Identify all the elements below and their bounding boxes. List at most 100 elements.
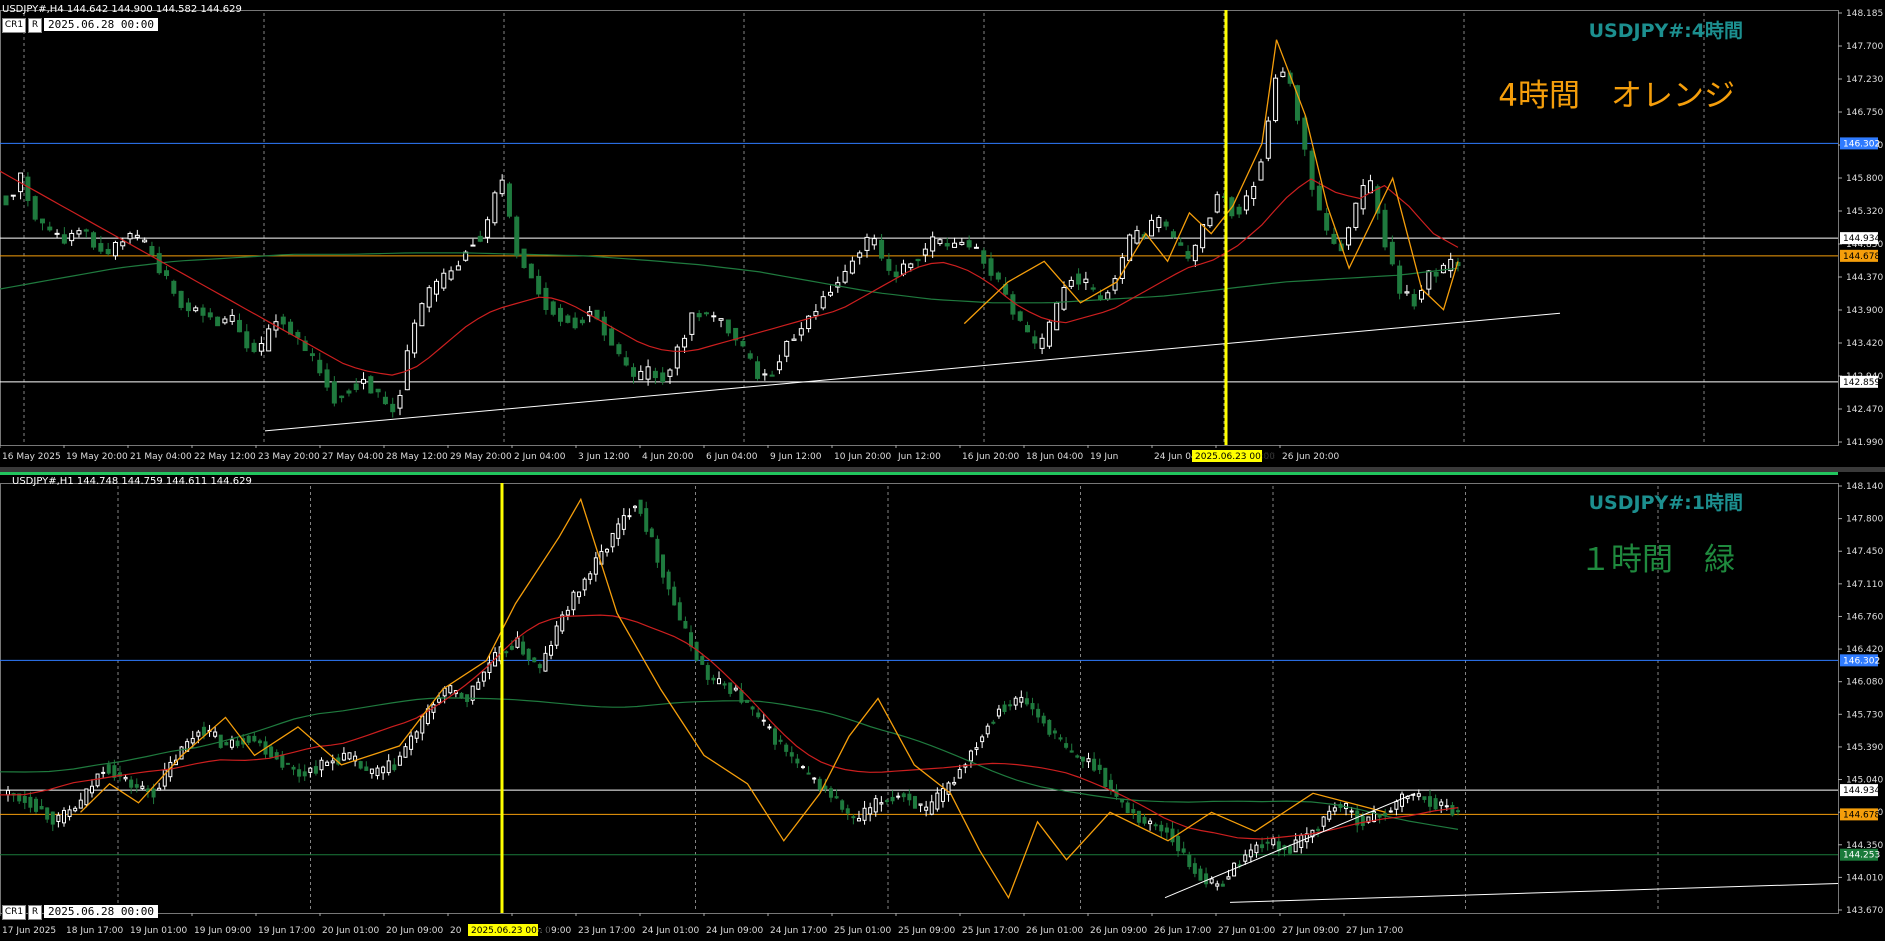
candle-body [823, 785, 828, 790]
candle-body [1086, 758, 1091, 763]
candle-body [514, 216, 520, 256]
candle-body [1008, 704, 1013, 707]
candle-body [257, 740, 262, 744]
candle-body [601, 316, 607, 336]
price-tick-label: 144.370 [1846, 273, 1883, 283]
candle-body [1349, 810, 1354, 813]
candle-body [1321, 816, 1326, 827]
candle-body [386, 760, 391, 774]
cr1-button[interactable]: CR1 [2, 18, 26, 33]
h1-date-box[interactable]: 2025.06.28 00:00 [44, 905, 158, 918]
candle-body [660, 372, 666, 383]
candle-body [798, 328, 804, 336]
candle-body [1243, 195, 1249, 211]
cr1-button[interactable]: CR1 [2, 905, 26, 920]
price-level-label-blue: 146.302 [1843, 139, 1880, 149]
candle-body [95, 773, 100, 787]
candle-body [991, 721, 996, 724]
candle-body [369, 768, 374, 774]
candle-body [390, 403, 396, 413]
candle-body [200, 307, 206, 316]
price-tick-label: 142.470 [1846, 405, 1883, 415]
candle-body [1265, 841, 1270, 844]
candle-body [288, 321, 294, 335]
candle-body [50, 811, 55, 825]
candle-body [572, 317, 578, 329]
candle-body [649, 528, 654, 538]
r-button[interactable]: R [28, 18, 42, 33]
time-tick-label: 4 Jun 20:00 [642, 452, 694, 462]
candle-body [1054, 302, 1060, 331]
r-button[interactable]: R [28, 905, 42, 920]
candle-body [755, 361, 761, 379]
price-tick-label: 145.320 [1846, 207, 1883, 217]
candle-body [536, 275, 542, 295]
candle-body [382, 396, 388, 405]
price-level-label-white_upper: 144.934 [1843, 786, 1880, 796]
zigzag-line [963, 39, 1459, 325]
candle-body [1440, 264, 1446, 274]
candle-body [1092, 758, 1097, 771]
time-tick-label: 26 Jun 17:00 [1154, 926, 1211, 936]
candle-body [47, 226, 53, 231]
ma-fast-line [0, 614, 1459, 840]
candle-body [550, 301, 556, 315]
candle-body [346, 390, 352, 394]
candle-body [302, 771, 307, 777]
candle-body [297, 769, 302, 777]
candle-body [1159, 824, 1164, 832]
candle-body [1039, 337, 1045, 349]
candle-body [1346, 227, 1352, 246]
price-tick-label: 147.800 [1846, 515, 1883, 525]
candle-body [605, 548, 610, 553]
candle-body [633, 505, 638, 509]
candle-body [235, 740, 240, 747]
h4-chart-pane[interactable]: 148.185147.700147.230146.750146.270145.8… [0, 0, 1885, 467]
candle-body [1332, 807, 1337, 812]
candle-body [627, 515, 632, 518]
candle-body [558, 307, 564, 322]
candle-body [140, 785, 145, 789]
time-tick-label: 27 Jun 09:00 [1282, 926, 1339, 936]
candle-body [907, 793, 912, 801]
time-tick-label: 24 Jun 09:00 [706, 926, 763, 936]
candle-body [1185, 251, 1191, 259]
candle-body [778, 739, 783, 742]
h4-watermark-label: 4時間 オレンジ [1498, 78, 1735, 114]
candle-body [901, 793, 906, 798]
candle-body [1090, 287, 1096, 290]
price-tick-label: 146.760 [1846, 612, 1883, 622]
h1-chart-pane[interactable]: 148.140 147.800 147.450 147.110 146.760 146.4… [0, 472, 1885, 941]
candle-body [313, 766, 318, 774]
candle-body [1428, 796, 1433, 807]
candle-body [543, 287, 549, 310]
candle-body [33, 798, 38, 812]
time-tick-label: 19 Jun 01:00 [130, 926, 187, 936]
candle-body [1331, 233, 1337, 244]
candle-body [441, 272, 447, 289]
candle-body [856, 817, 861, 822]
candle-body [747, 353, 753, 359]
candle-body [588, 573, 593, 580]
candle-body [871, 238, 877, 246]
time-tick-label: 22 May 12:00 [194, 452, 256, 462]
candle-body [266, 328, 272, 352]
candle-body [207, 312, 213, 318]
candle-body [1200, 223, 1206, 249]
candle-body [1192, 863, 1197, 874]
price-tick-label: 147.700 [1846, 42, 1883, 52]
candle-body [1258, 161, 1264, 181]
candle-body [705, 665, 710, 680]
candle-body [330, 760, 335, 764]
price-level-label-white_upper: 144.934 [1843, 234, 1880, 244]
candle-body [655, 538, 660, 563]
candle-body [32, 196, 38, 220]
time-tick-label: 26 Jun 09:00 [1090, 926, 1147, 936]
price-tick-label: 148.185 [1846, 9, 1883, 19]
candle-body [929, 801, 934, 815]
h4-date-box[interactable]: 2025.06.28 00:00 [44, 18, 158, 31]
candle-body [339, 395, 345, 399]
candle-body [280, 754, 285, 768]
candle-body [696, 313, 702, 318]
candle-body [667, 369, 673, 377]
